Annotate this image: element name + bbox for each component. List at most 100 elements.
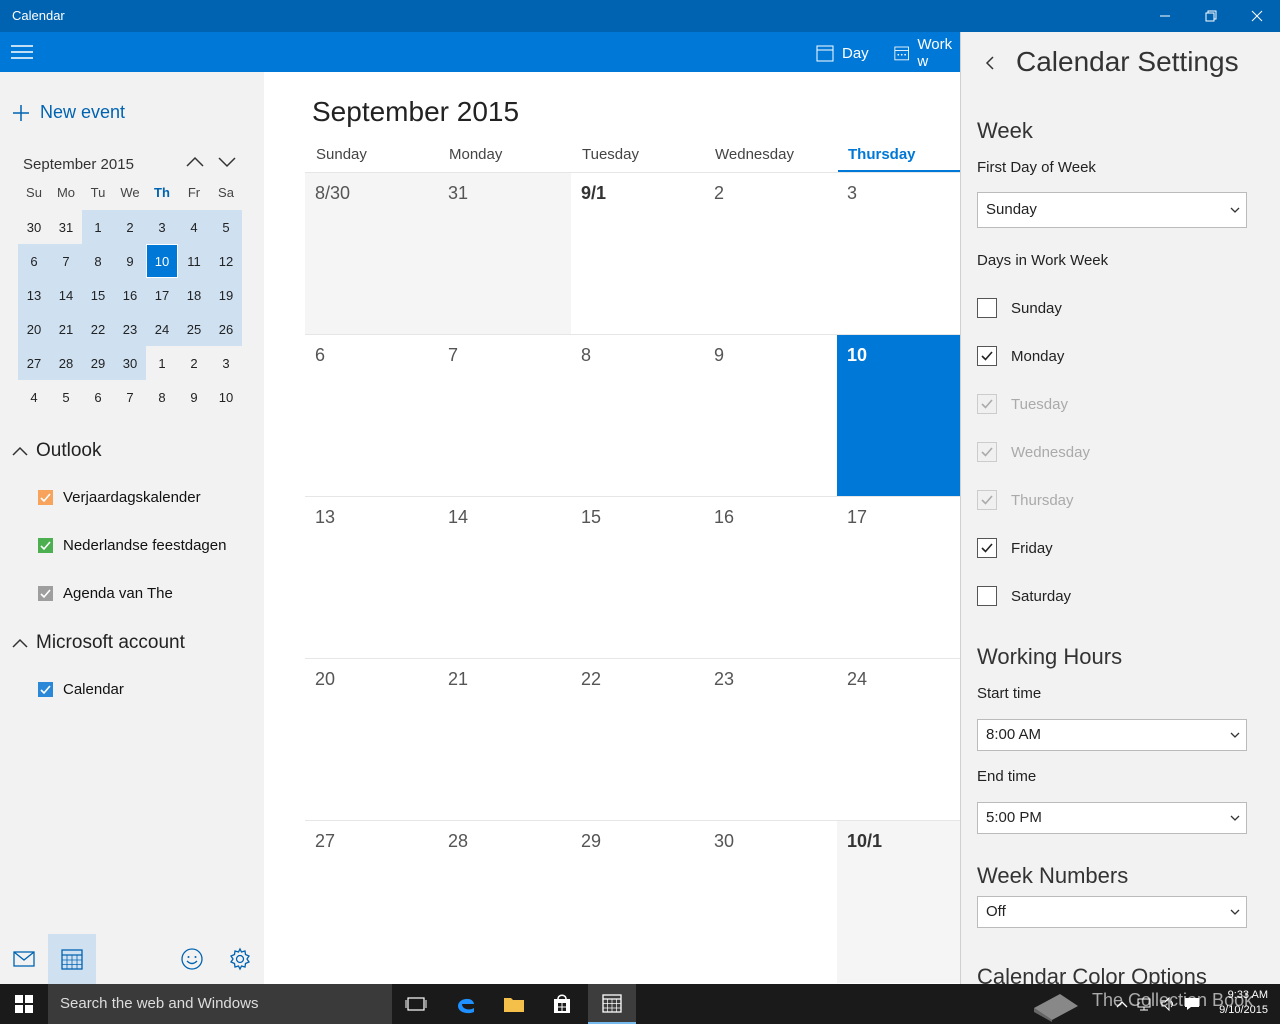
mini-day[interactable]: 31 <box>50 210 82 244</box>
day-cell[interactable]: 17 <box>837 497 960 659</box>
system-clock[interactable]: 9:33 AM 9/10/2015 <box>1208 988 1268 1018</box>
mini-day[interactable]: 15 <box>82 278 114 312</box>
mini-day[interactable]: 23 <box>114 312 146 346</box>
day-cell[interactable]: 22 <box>571 659 704 821</box>
mini-day[interactable]: 7 <box>114 380 146 414</box>
mini-day[interactable]: 2 <box>178 346 210 380</box>
checkbox-icon[interactable] <box>977 298 997 318</box>
day-cell-today[interactable]: 10 <box>837 335 960 497</box>
checkbox-icon[interactable] <box>977 586 997 606</box>
day-cell[interactable]: 24 <box>837 659 960 821</box>
day-cell[interactable]: 6 <box>305 335 438 497</box>
mini-day[interactable]: 16 <box>114 278 146 312</box>
calendar-item-nederlandse-feestdagen[interactable]: Nederlandse feestdagen <box>38 537 226 554</box>
network-icon[interactable] <box>1136 996 1152 1012</box>
calendar-group-outlook[interactable]: Outlook <box>12 440 101 462</box>
mini-day[interactable]: 13 <box>18 278 50 312</box>
mini-day[interactable]: 27 <box>18 346 50 380</box>
day-cell[interactable]: 30 <box>704 821 837 983</box>
checkbox-checked-icon[interactable] <box>977 394 997 414</box>
day-cell[interactable]: 8/30 <box>305 173 438 335</box>
checkbox-checked-icon[interactable] <box>977 490 997 510</box>
mini-day[interactable]: 12 <box>210 244 242 278</box>
mini-day[interactable]: 1 <box>82 210 114 244</box>
day-cell[interactable]: 31 <box>438 173 571 335</box>
workday-friday[interactable]: Friday <box>977 538 1053 558</box>
checkbox-icon[interactable] <box>38 490 53 505</box>
calendar-app-taskbar-button[interactable] <box>588 984 636 1024</box>
first-day-select[interactable]: Sunday <box>977 192 1247 228</box>
week-numbers-select[interactable]: Off <box>977 896 1247 928</box>
workday-tuesday[interactable]: Tuesday <box>977 394 1068 414</box>
previous-month-icon[interactable] <box>184 152 206 172</box>
day-cell[interactable]: 9 <box>704 335 837 497</box>
taskbar-search-box[interactable]: Search the web and Windows <box>48 984 392 1024</box>
store-button[interactable] <box>538 984 586 1024</box>
close-button[interactable] <box>1234 0 1280 32</box>
checkbox-checked-icon[interactable] <box>977 538 997 558</box>
restore-button[interactable] <box>1188 0 1234 32</box>
checkbox-checked-icon[interactable] <box>977 442 997 462</box>
work-week-view-button[interactable]: Work w <box>894 36 960 70</box>
mini-day[interactable]: 1 <box>146 346 178 380</box>
day-cell[interactable]: 21 <box>438 659 571 821</box>
action-center-icon[interactable] <box>1184 996 1200 1012</box>
workday-wednesday[interactable]: Wednesday <box>977 442 1090 462</box>
checkbox-checked-icon[interactable] <box>977 346 997 366</box>
mini-day[interactable]: 5 <box>50 380 82 414</box>
settings-button[interactable] <box>216 934 264 984</box>
mini-day[interactable]: 4 <box>178 210 210 244</box>
day-cell[interactable]: 15 <box>571 497 704 659</box>
day-cell[interactable]: 28 <box>438 821 571 983</box>
day-cell[interactable]: 27 <box>305 821 438 983</box>
calendar-button[interactable] <box>48 934 96 984</box>
calendar-item-agenda-van-the[interactable]: Agenda van The <box>38 585 173 602</box>
workday-thursday[interactable]: Thursday <box>977 490 1074 510</box>
file-explorer-button[interactable] <box>490 984 538 1024</box>
mini-day[interactable]: 11 <box>178 244 210 278</box>
mini-day[interactable]: 2 <box>114 210 146 244</box>
edge-button[interactable] <box>442 984 490 1024</box>
checkbox-icon[interactable] <box>38 538 53 553</box>
day-cell[interactable]: 7 <box>438 335 571 497</box>
mini-day[interactable]: 9 <box>114 244 146 278</box>
day-cell[interactable]: 14 <box>438 497 571 659</box>
volume-icon[interactable] <box>1160 996 1176 1012</box>
day-cell[interactable]: 9/1 <box>571 173 704 335</box>
mini-day[interactable]: 30 <box>114 346 146 380</box>
day-cell[interactable]: 10/1 <box>837 821 960 983</box>
feedback-button[interactable] <box>168 934 216 984</box>
mini-day[interactable]: 4 <box>18 380 50 414</box>
day-cell[interactable]: 20 <box>305 659 438 821</box>
day-cell[interactable]: 3 <box>837 173 960 335</box>
day-cell[interactable]: 29 <box>571 821 704 983</box>
back-arrow-icon[interactable] <box>981 54 999 72</box>
new-event-button[interactable]: New event <box>12 102 125 123</box>
mini-day[interactable]: 21 <box>50 312 82 346</box>
mini-day[interactable]: 10 <box>210 380 242 414</box>
mini-day[interactable]: 18 <box>178 278 210 312</box>
mini-day[interactable]: 5 <box>210 210 242 244</box>
day-cell[interactable]: 2 <box>704 173 837 335</box>
chevron-up-icon[interactable] <box>1114 996 1130 1012</box>
mini-day[interactable]: 7 <box>50 244 82 278</box>
workday-monday[interactable]: Monday <box>977 346 1064 366</box>
mini-day[interactable]: 14 <box>50 278 82 312</box>
mini-day[interactable]: 17 <box>146 278 178 312</box>
hamburger-menu-icon[interactable] <box>10 42 34 62</box>
checkbox-icon[interactable] <box>38 586 53 601</box>
mini-day[interactable]: 22 <box>82 312 114 346</box>
mini-day-today[interactable]: 10 <box>146 244 178 278</box>
minimize-button[interactable] <box>1142 0 1188 32</box>
end-time-select[interactable]: 5:00 PM <box>977 802 1247 834</box>
mini-day[interactable]: 19 <box>210 278 242 312</box>
mini-day[interactable]: 3 <box>146 210 178 244</box>
mini-day[interactable]: 29 <box>82 346 114 380</box>
mini-day[interactable]: 30 <box>18 210 50 244</box>
day-cell[interactable]: 16 <box>704 497 837 659</box>
workday-sunday[interactable]: Sunday <box>977 298 1062 318</box>
mini-day[interactable]: 28 <box>50 346 82 380</box>
mail-button[interactable] <box>0 934 48 984</box>
mini-day[interactable]: 20 <box>18 312 50 346</box>
mini-day[interactable]: 8 <box>146 380 178 414</box>
